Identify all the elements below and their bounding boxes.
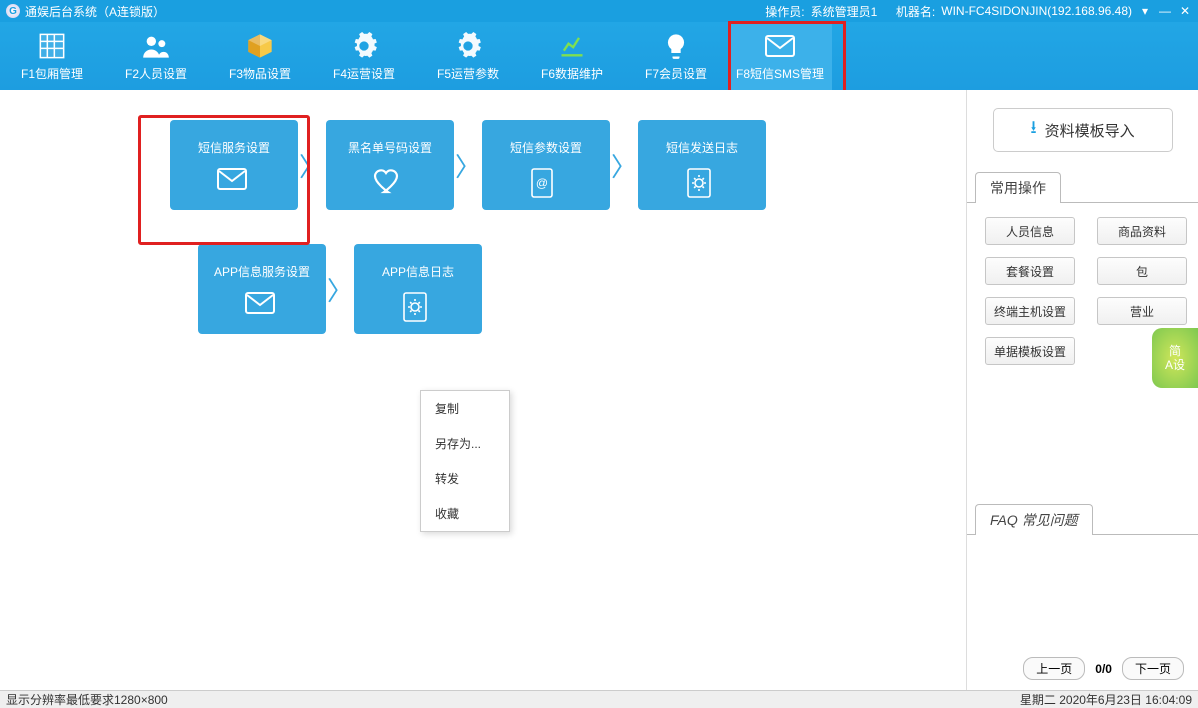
import-template-button[interactable]: ⭳ 资料模板导入: [993, 108, 1173, 152]
titlebar: G 通娱后台系统（A连锁版） 操作员: 系统管理员1 机器名: WIN-FC4SID…: [0, 0, 1198, 22]
context-menu: 复制另存为...转发收藏: [420, 390, 510, 532]
tile-at-2[interactable]: 短信参数设置 @: [482, 120, 610, 210]
quick-btn[interactable]: 商品资料: [1097, 217, 1187, 245]
tile-label: 短信参数设置: [510, 139, 582, 156]
cog-icon: [685, 168, 719, 192]
bulb-icon: [661, 31, 691, 61]
ctxmenu-item[interactable]: 转发: [421, 461, 509, 496]
tile-row-1: 短信服务设置 〉 黑名单号码设置 〉 短信参数设置 @ 〉 短信发送日志: [170, 120, 926, 210]
gear2-icon: [453, 31, 483, 61]
sidebar: ⭳ 资料模板导入 常用操作 人员信息商品资料套餐设置包终端主机设置营业单据模板设…: [966, 90, 1198, 690]
download-icon: ⭳: [1030, 115, 1036, 145]
minimize-button[interactable]: —: [1158, 4, 1172, 18]
titlebar-right: 操作员: 系统管理员1 机器名: WIN-FC4SIDONJIN(192.168.9…: [765, 3, 1192, 20]
app-title: 通娱后台系统（A连锁版）: [25, 3, 165, 20]
status-left: 显示分辨率最低要求1280×800: [6, 691, 168, 708]
machine-value: WIN-FC4SIDONJIN(192.168.96.48): [941, 4, 1132, 18]
chart-icon: [557, 31, 587, 61]
toolbar-label: F5运营参数: [437, 65, 499, 82]
toolbar-item-box[interactable]: F3物品设置: [208, 22, 312, 90]
machine-label: 机器名:: [896, 3, 935, 20]
toolbar-item-grid[interactable]: F1包厢管理: [0, 22, 104, 90]
quick-ops-tab[interactable]: 常用操作: [975, 172, 1061, 203]
chevron-right-icon: 〉: [610, 120, 638, 210]
tile-label: 短信服务设置: [198, 139, 270, 156]
toolbar-item-mail[interactable]: F8短信SMS管理: [728, 22, 832, 90]
toolbar-label: F1包厢管理: [21, 65, 83, 82]
ctxmenu-item[interactable]: 收藏: [421, 496, 509, 531]
at-icon: @: [529, 168, 563, 192]
tile-cog-1[interactable]: APP信息日志: [354, 244, 482, 334]
import-label: 资料模板导入: [1045, 120, 1135, 141]
toolbar-label: F3物品设置: [229, 65, 291, 82]
heart-icon: [373, 168, 407, 192]
tile-mail-0[interactable]: APP信息服务设置: [198, 244, 326, 334]
status-time: 16:04:09: [1145, 693, 1192, 707]
quick-btn[interactable]: 营业: [1097, 297, 1187, 325]
next-page-button[interactable]: 下一页: [1122, 657, 1184, 680]
chevron-right-icon: 〉: [454, 120, 482, 210]
operator-value: 系统管理员1: [811, 3, 878, 20]
toolbar-label: F2人员设置: [125, 65, 187, 82]
status-weekday: 星期二: [1020, 691, 1056, 708]
pager: 上一页 0/0 下一页: [1023, 657, 1184, 680]
toolbar-label: F7会员设置: [645, 65, 707, 82]
status-date: 2020年6月23日: [1059, 691, 1142, 708]
tile-mail-0[interactable]: 短信服务设置: [170, 120, 298, 210]
canvas: 短信服务设置〉黑名单号码设置〉短信参数设置@〉短信发送日志 APP信息服务设置〉…: [0, 90, 966, 690]
quick-btn[interactable]: 套餐设置: [985, 257, 1075, 285]
toolbar-label: F4运营设置: [333, 65, 395, 82]
box-icon: [245, 31, 275, 61]
page-indicator: 0/0: [1095, 662, 1112, 676]
faq-section: FAQ 常见问题: [967, 504, 1198, 535]
toolbar-label: F8短信SMS管理: [736, 65, 824, 82]
faq-title-text: 常见问题: [1022, 512, 1078, 528]
quick-btn[interactable]: 终端主机设置: [985, 297, 1075, 325]
float-badge[interactable]: 简 A设: [1152, 328, 1198, 388]
tile-label: APP信息服务设置: [214, 263, 310, 280]
workspace: 短信服务设置〉黑名单号码设置〉短信参数设置@〉短信发送日志 APP信息服务设置〉…: [0, 90, 1198, 690]
quick-btn[interactable]: 人员信息: [985, 217, 1075, 245]
tile-label: APP信息日志: [382, 263, 454, 280]
tile-row-2: APP信息服务设置〉 APP信息日志: [198, 244, 926, 334]
gear-icon: [349, 31, 379, 61]
ctxmenu-item[interactable]: 复制: [421, 391, 509, 426]
toolbar-item-gear2[interactable]: F5运营参数: [416, 22, 520, 90]
chevron-right-icon: 〉: [326, 244, 354, 334]
statusbar: 显示分辨率最低要求1280×800 星期二 2020年6月23日 16:04:0…: [0, 690, 1198, 708]
prev-page-button[interactable]: 上一页: [1023, 657, 1085, 680]
toolbar-item-chart[interactable]: F6数据维护: [520, 22, 624, 90]
main-toolbar: F1包厢管理 F2人员设置 F3物品设置 F4运营设置 F5运营参数 F6数据维护 F7会员…: [0, 22, 1198, 90]
users-icon: [141, 31, 171, 61]
toolbar-item-bulb[interactable]: F7会员设置: [624, 22, 728, 90]
grid-icon: [37, 31, 67, 61]
mail-icon: [765, 31, 795, 61]
mail-icon: [217, 168, 251, 192]
dropdown-icon[interactable]: ▾: [1138, 4, 1152, 18]
mail-icon: [245, 292, 279, 316]
close-button[interactable]: ✕: [1178, 4, 1192, 18]
app-logo-icon: G: [6, 4, 20, 18]
quick-btn[interactable]: 包: [1097, 257, 1187, 285]
tile-cog-3[interactable]: 短信发送日志: [638, 120, 766, 210]
toolbar-item-users[interactable]: F2人员设置: [104, 22, 208, 90]
toolbar-label: F6数据维护: [541, 65, 603, 82]
tile-heart-1[interactable]: 黑名单号码设置: [326, 120, 454, 210]
toolbar-item-gear[interactable]: F4运营设置: [312, 22, 416, 90]
operator-label: 操作员:: [765, 3, 804, 20]
tile-label: 黑名单号码设置: [348, 139, 432, 156]
quick-btn[interactable]: 单据模板设置: [985, 337, 1075, 365]
svg-text:@: @: [536, 176, 548, 190]
tile-label: 短信发送日志: [666, 139, 738, 156]
cog-icon: [401, 292, 435, 316]
chevron-right-icon: 〉: [298, 120, 326, 210]
ctxmenu-item[interactable]: 另存为...: [421, 426, 509, 461]
